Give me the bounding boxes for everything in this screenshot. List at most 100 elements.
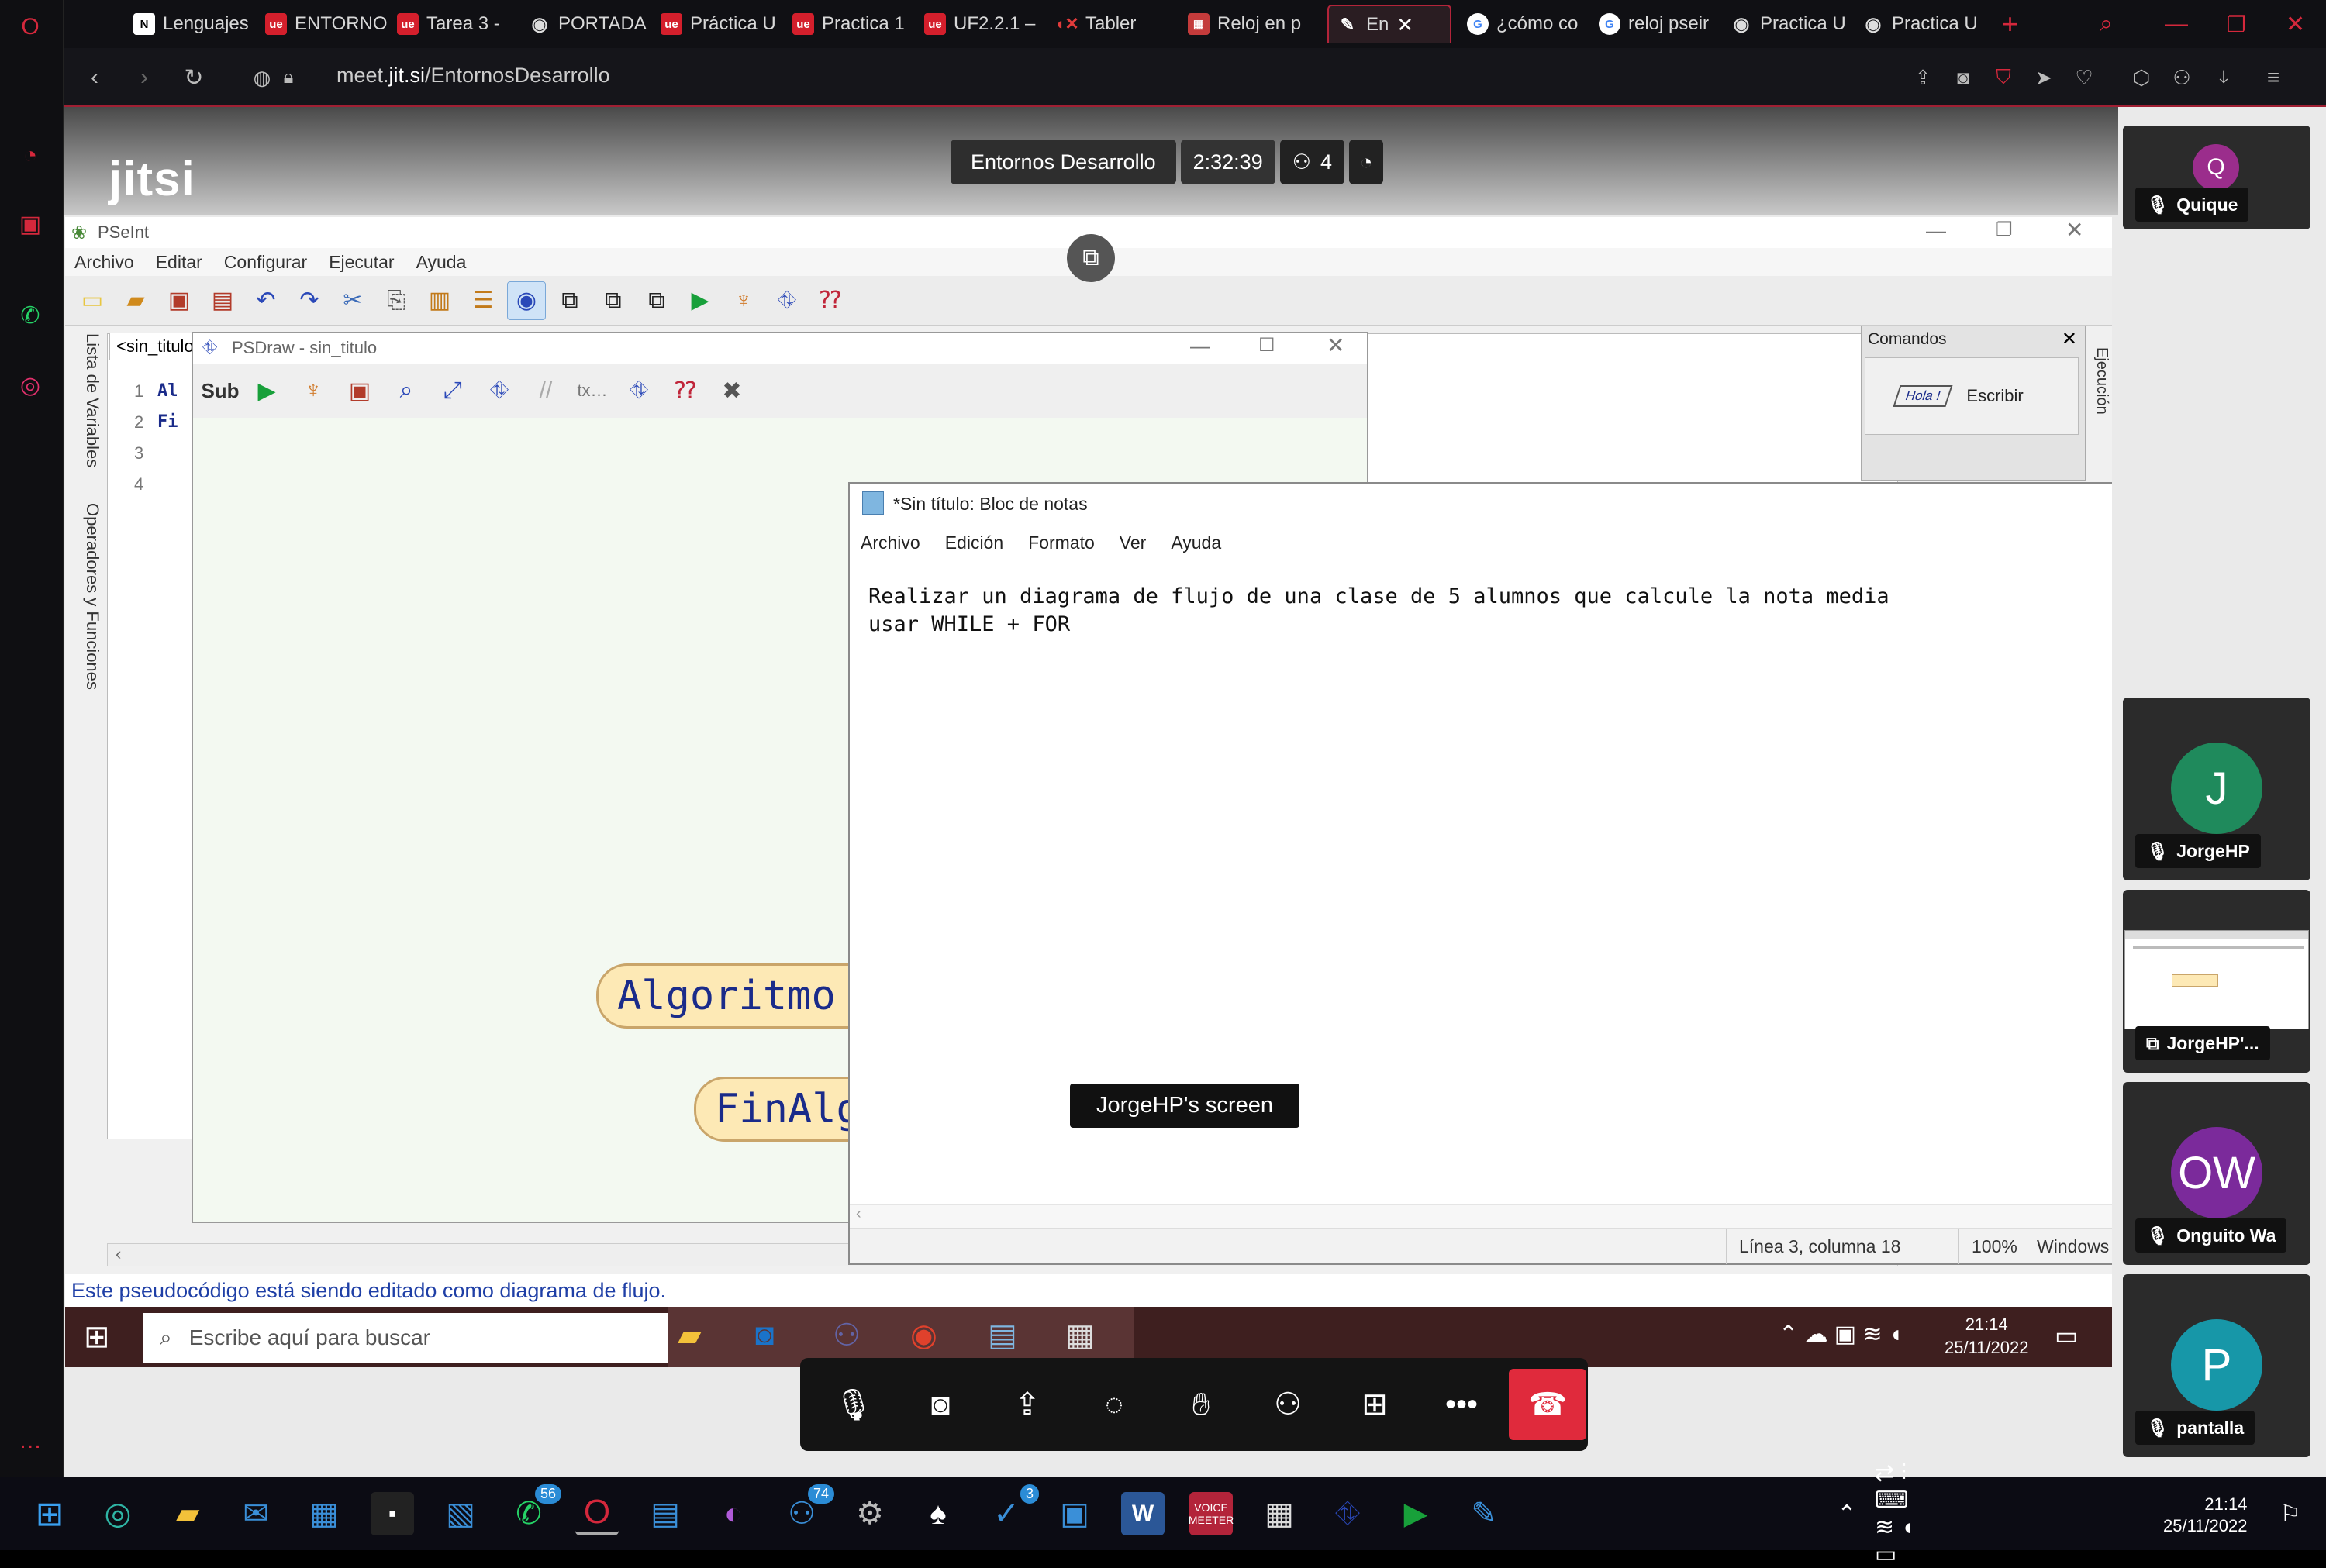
psdraw-icon[interactable]: ⛗	[1326, 1492, 1369, 1535]
menu-ayuda[interactable]: Ayuda	[1171, 532, 1221, 553]
edge-icon[interactable]: ◎	[96, 1492, 140, 1535]
tab-tarea[interactable]: ue Tarea 3 -	[389, 5, 521, 43]
search-tabs-icon[interactable]: ⌕	[2092, 5, 2123, 43]
subprocess-icon[interactable]: Sub	[201, 371, 240, 410]
command-escribir[interactable]: Hola ! Escribir	[1865, 357, 2079, 435]
cube-icon[interactable]: ⬡	[2126, 62, 2157, 93]
camera-off-button[interactable]: ◙	[901, 1369, 980, 1440]
shield-icon[interactable]: ⛉	[1988, 62, 2019, 93]
participant-thumb-onguito[interactable]: OW 🎙︎ Onguito Wa	[2123, 1082, 2310, 1265]
minimize-icon[interactable]: —	[1190, 334, 1210, 358]
share-screen-button[interactable]: ⇪	[988, 1369, 1067, 1440]
notepad-icon[interactable]: ▤	[644, 1492, 687, 1535]
camera-icon[interactable]: ◙	[1948, 62, 1979, 93]
paint-icon[interactable]: ✎	[1462, 1492, 1506, 1535]
instagram-icon[interactable]: ◎	[14, 369, 47, 401]
explorer-icon[interactable]: ▰	[166, 1492, 209, 1535]
menu-ejecutar[interactable]: Ejecutar	[329, 252, 394, 273]
variables-list-tab[interactable]: Lista de Variables	[83, 333, 102, 467]
close-x-icon[interactable]: ✖	[713, 371, 751, 410]
tile-view-button[interactable]: ⊞	[1335, 1369, 1414, 1440]
tab-como[interactable]: G ¿cómo co	[1459, 5, 1591, 43]
menu-ayuda[interactable]: Ayuda	[416, 252, 467, 273]
tab-lenguajes[interactable]: N Lenguajes	[126, 5, 257, 43]
word-icon[interactable]: W	[1121, 1492, 1165, 1535]
participant-thumb-jorgehp[interactable]: J 🎙︎ JorgeHP	[2123, 698, 2310, 880]
tab-practica-u-2[interactable]: ◉ Practica U	[1723, 5, 1855, 43]
outlook-icon[interactable]: ◙	[755, 1318, 774, 1353]
fit-icon[interactable]: ⤢	[433, 371, 472, 410]
taskbar-search[interactable]: ⌕ Escribe aquí para buscar	[143, 1313, 670, 1363]
copy-icon[interactable]: ⎘	[377, 281, 416, 320]
whatsapp-icon[interactable]: ✆ 56	[507, 1484, 561, 1535]
tab-portada[interactable]: ◉ PORTADA	[521, 5, 653, 43]
notepad-text-area[interactable]: Realizar un diagrama de flujo de una cla…	[868, 583, 1889, 639]
run-icon[interactable]: ▶	[681, 281, 720, 320]
menu-archivo[interactable]: Archivo	[74, 252, 134, 273]
menu-formato[interactable]: Formato	[1028, 532, 1095, 553]
windows-start-icon[interactable]: ⊞	[84, 1319, 110, 1355]
tab-entorno[interactable]: ue ENTORNO	[257, 5, 389, 43]
restore-icon[interactable]: ❐	[1996, 219, 2013, 241]
notepad-taskbar-icon[interactable]: ▤	[988, 1318, 1017, 1353]
photos-icon[interactable]: ▧	[439, 1492, 482, 1535]
help-icon[interactable]: ⁇	[666, 371, 705, 410]
tab-practica-u[interactable]: ue Práctica U	[653, 5, 785, 43]
step-icon[interactable]: ♆	[294, 371, 333, 410]
menu-configurar[interactable]: Configurar	[224, 252, 307, 273]
new-tab-icon[interactable]: +	[1994, 5, 2025, 43]
menu-archivo[interactable]: Archivo	[861, 532, 920, 553]
teams-icon[interactable]: ⚇	[833, 1318, 861, 1353]
terminal-icon[interactable]: ▪	[371, 1492, 414, 1535]
file-tab[interactable]: <sin_titulo	[109, 333, 201, 360]
tab-practica-1[interactable]: ue Practica 1	[785, 5, 916, 43]
binoculars-icon[interactable]: ⧉	[550, 281, 589, 320]
flowchart-icon[interactable]: ⛗	[768, 281, 806, 320]
opera-logo-icon[interactable]: O	[14, 11, 47, 43]
solitaire-icon[interactable]: ♠	[916, 1492, 960, 1535]
url-field[interactable]: meet.jit.si/EntornosDesarrollo	[336, 64, 610, 88]
tab-reloj-pseint[interactable]: Greloj pseir	[1591, 5, 1723, 43]
help-icon[interactable]: ⁇	[811, 281, 850, 320]
restore-icon[interactable]: ❐	[2219, 5, 2250, 43]
participants-button[interactable]: ⚇	[1248, 1369, 1327, 1440]
scroll-left-icon[interactable]: ‹	[856, 1205, 861, 1223]
save-as-icon[interactable]: ▤	[203, 281, 242, 320]
tab-practica-u-3[interactable]: ◉ Practica U	[1855, 5, 1986, 43]
briefcase-icon[interactable]: ▣	[14, 208, 47, 240]
save-icon[interactable]: ▣	[160, 281, 198, 320]
export-icon[interactable]: ⛗	[619, 371, 658, 410]
account-icon[interactable]: ⚇	[2166, 62, 2197, 93]
connection-stats-icon[interactable]: ◔	[1348, 140, 1384, 184]
notifications-icon[interactable]: ▭	[2055, 1321, 2078, 1350]
participant-thumb-pantalla[interactable]: P 🎙︎ pantalla	[2123, 1274, 2310, 1457]
cut-icon[interactable]: ✂	[333, 281, 372, 320]
eclipse-icon[interactable]: ◐	[712, 1492, 755, 1535]
participants-count-button[interactable]: ⚇ 4	[1279, 140, 1344, 184]
step-icon[interactable]: ♆	[724, 281, 763, 320]
mail-icon[interactable]: ✉	[234, 1492, 278, 1535]
close-icon[interactable]: ✕	[2065, 217, 2083, 243]
more-options-button[interactable]: •••	[1422, 1369, 1501, 1440]
menu-ver[interactable]: Ver	[1120, 532, 1147, 553]
start-icon[interactable]: ⊞	[28, 1492, 71, 1535]
more-icon[interactable]: …	[14, 1425, 47, 1457]
tab-reloj[interactable]: ▦ Reloj en p	[1180, 5, 1312, 43]
speed-dial-icon[interactable]: ◔	[14, 140, 47, 172]
save-icon[interactable]: ▣	[340, 371, 379, 410]
flowchart-icon[interactable]: ⛗	[480, 371, 519, 410]
run-icon[interactable]: ▶	[247, 371, 286, 410]
tab-active-jitsi[interactable]: ✎ En ✕	[1327, 5, 1451, 43]
file-explorer-icon[interactable]: ▰	[678, 1318, 702, 1353]
raise-hand-button[interactable]: ✋︎	[1161, 1369, 1241, 1440]
new-file-icon[interactable]: ▭	[73, 281, 112, 320]
back-icon[interactable]: ‹	[79, 62, 110, 93]
comment-icon[interactable]: //	[526, 371, 565, 410]
close-window-icon[interactable]: ✕	[2278, 5, 2309, 43]
text-icon[interactable]: tx…	[573, 371, 612, 410]
voicemeeter-icon[interactable]: VOICE MEETER	[1189, 1492, 1234, 1535]
reload-icon[interactable]: ↻	[178, 62, 209, 93]
share-icon[interactable]: ⇪	[1907, 62, 1938, 93]
send-icon[interactable]: ➤	[2028, 62, 2059, 93]
mic-muted-button[interactable]: 🎙︎	[814, 1369, 893, 1440]
